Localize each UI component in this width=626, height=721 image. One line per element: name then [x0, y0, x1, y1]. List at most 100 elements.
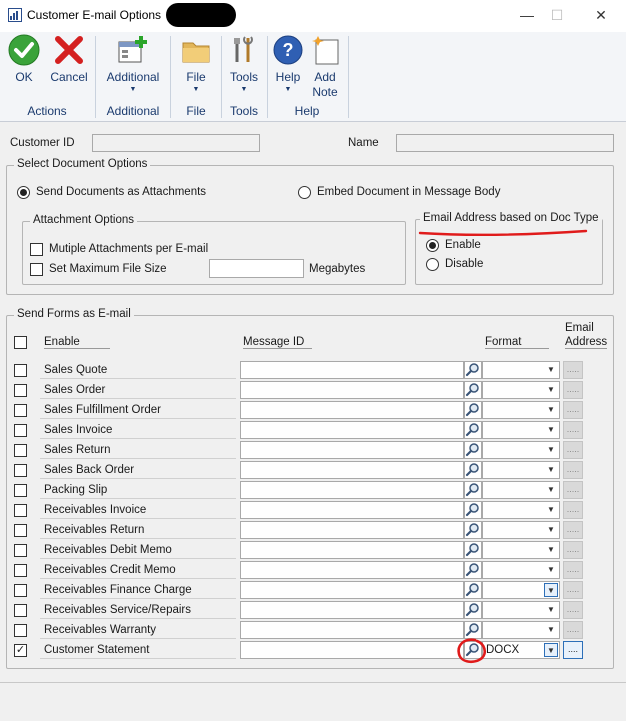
email-address-button[interactable]: ..... [563, 461, 583, 479]
close-button[interactable]: ✕ [586, 4, 616, 26]
ribbon-separator [170, 36, 171, 118]
lookup-button[interactable] [464, 441, 482, 459]
message-id-field[interactable] [240, 361, 464, 379]
row-enable-checkbox[interactable] [14, 584, 27, 597]
tools-button[interactable]: Tools ▼ [225, 34, 263, 95]
message-id-field[interactable] [240, 401, 464, 419]
row-enable-checkbox[interactable] [14, 624, 27, 637]
message-id-field[interactable] [240, 441, 464, 459]
row-enable-checkbox[interactable] [14, 424, 27, 437]
lookup-button[interactable] [464, 541, 482, 559]
email-address-button[interactable]: .... [563, 641, 583, 659]
row-enable-checkbox[interactable]: ✓ [14, 644, 27, 657]
row-enable-checkbox[interactable] [14, 524, 27, 537]
format-dropdown[interactable]: ▼ [482, 621, 560, 639]
minimize-button[interactable]: — [512, 4, 542, 26]
email-address-button[interactable]: ..... [563, 421, 583, 439]
email-address-button[interactable]: ..... [563, 561, 583, 579]
row-enable-checkbox[interactable] [14, 464, 27, 477]
additional-button[interactable]: Additional ▼ [100, 34, 166, 95]
row-enable-checkbox[interactable] [14, 404, 27, 417]
email-address-button[interactable]: ..... [563, 501, 583, 519]
set-max-size-checkbox[interactable] [30, 263, 43, 276]
name-field[interactable] [396, 134, 614, 152]
email-address-button[interactable]: ..... [563, 521, 583, 539]
note-star-icon [312, 36, 339, 65]
help-button[interactable]: ? Help ▼ [270, 34, 306, 95]
email-address-button[interactable]: ..... [563, 481, 583, 499]
email-address-button[interactable]: ..... [563, 601, 583, 619]
lookup-button[interactable] [464, 421, 482, 439]
multiple-attachments-checkbox[interactable] [30, 243, 43, 256]
lookup-button[interactable] [464, 361, 482, 379]
email-address-button[interactable]: ..... [563, 621, 583, 639]
lookup-button[interactable] [464, 381, 482, 399]
lookup-button[interactable] [464, 581, 482, 599]
format-dropdown[interactable]: ▼ [482, 461, 560, 479]
format-dropdown[interactable]: DOCX ▼ [482, 641, 560, 659]
chevron-down-icon: ▼ [547, 405, 555, 414]
message-id-field[interactable] [240, 501, 464, 519]
format-dropdown[interactable]: ▼ [482, 561, 560, 579]
lookup-button[interactable] [464, 461, 482, 479]
message-id-field[interactable] [240, 541, 464, 559]
row-enable-checkbox[interactable] [14, 544, 27, 557]
format-dropdown[interactable]: ▼ [482, 381, 560, 399]
row-enable-checkbox[interactable] [14, 444, 27, 457]
maximize-button[interactable]: ☐ [542, 4, 572, 26]
email-address-button[interactable]: ..... [563, 581, 583, 599]
help-label: Help [275, 70, 301, 84]
message-id-field[interactable] [240, 601, 464, 619]
message-id-field[interactable] [240, 381, 464, 399]
lookup-button[interactable] [464, 521, 482, 539]
message-id-field[interactable] [240, 641, 464, 659]
email-address-button[interactable]: ..... [563, 401, 583, 419]
format-dropdown[interactable]: ▼ [482, 421, 560, 439]
lookup-button[interactable] [464, 481, 482, 499]
cancel-button[interactable]: Cancel [46, 34, 92, 85]
lookup-button[interactable] [464, 561, 482, 579]
email-address-button[interactable]: ..... [563, 361, 583, 379]
email-address-button[interactable]: ..... [563, 541, 583, 559]
format-dropdown[interactable]: ▼ [482, 541, 560, 559]
email-doc-type-disable-radio[interactable] [426, 258, 439, 271]
message-id-field[interactable] [240, 621, 464, 639]
format-dropdown[interactable]: ▼ [482, 361, 560, 379]
dropdown-arrow-icon: ▼ [284, 86, 292, 93]
message-id-field[interactable] [240, 421, 464, 439]
max-size-field[interactable] [209, 259, 304, 278]
send-as-attachments-radio[interactable] [17, 186, 30, 199]
format-dropdown[interactable]: ▼ [482, 601, 560, 619]
row-enable-checkbox[interactable] [14, 384, 27, 397]
add-note-button[interactable]: Add Note [306, 34, 344, 100]
customer-id-field[interactable] [92, 134, 260, 152]
form-name-label: Receivables Credit Memo [40, 561, 236, 579]
embed-in-body-radio[interactable] [298, 186, 311, 199]
ok-button[interactable]: OK [4, 34, 44, 85]
message-id-field[interactable] [240, 581, 464, 599]
format-dropdown[interactable]: ▼ [482, 401, 560, 419]
row-enable-checkbox[interactable] [14, 484, 27, 497]
email-doc-type-enable-radio[interactable] [426, 239, 439, 252]
format-dropdown[interactable]: ▼ [482, 521, 560, 539]
message-id-field[interactable] [240, 561, 464, 579]
format-dropdown[interactable]: ▼ [482, 581, 560, 599]
message-id-field[interactable] [240, 521, 464, 539]
lookup-button[interactable] [464, 401, 482, 419]
lookup-button[interactable] [464, 601, 482, 619]
file-button[interactable]: File ▼ [176, 34, 216, 95]
lookup-button[interactable] [464, 501, 482, 519]
row-enable-checkbox[interactable] [14, 604, 27, 617]
select-all-checkbox[interactable] [14, 336, 27, 349]
message-id-field[interactable] [240, 481, 464, 499]
format-dropdown[interactable]: ▼ [482, 481, 560, 499]
format-dropdown[interactable]: ▼ [482, 441, 560, 459]
format-dropdown[interactable]: ▼ [482, 501, 560, 519]
row-enable-checkbox[interactable] [14, 564, 27, 577]
chevron-down-icon: ▼ [547, 385, 555, 394]
row-enable-checkbox[interactable] [14, 364, 27, 377]
email-address-button[interactable]: ..... [563, 381, 583, 399]
email-address-button[interactable]: ..... [563, 441, 583, 459]
message-id-field[interactable] [240, 461, 464, 479]
row-enable-checkbox[interactable] [14, 504, 27, 517]
